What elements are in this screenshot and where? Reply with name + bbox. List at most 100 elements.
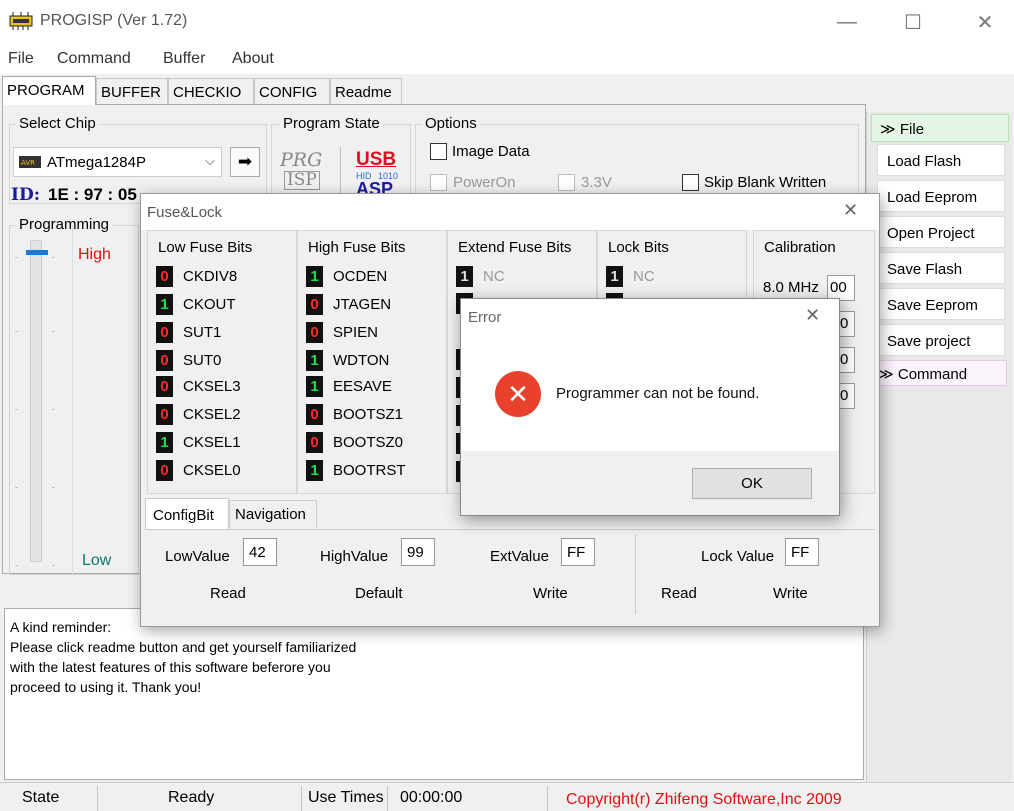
save-project-button[interactable]: Save project (877, 324, 1005, 356)
low-fuse-bit-row[interactable]: 0 CKSEL0 (156, 459, 241, 481)
progress-slider-handle[interactable] (26, 250, 48, 255)
ok-button[interactable]: OK (692, 468, 812, 499)
log-line: Please click readme button and get yours… (10, 639, 357, 655)
low-fuse-bit-row[interactable]: 0 SUT0 (156, 349, 221, 371)
read-lock-button[interactable]: Read (661, 585, 697, 602)
high-fuse-bit-row[interactable]: 0 BOOTSZ0 (306, 431, 403, 453)
programming-label: Programming (16, 216, 113, 233)
save-flash-button[interactable]: Save Flash (877, 252, 1005, 284)
default-fuse-button[interactable]: Default (355, 585, 403, 602)
configbit-panel: LowValue 42 HighValue 99 ExtValue FF Loc… (145, 529, 875, 621)
fuse-bit-value: 0 (306, 403, 323, 425)
fuse-bit-name: SUT1 (183, 323, 222, 341)
go-arrow-button[interactable]: ➡ (230, 147, 260, 177)
save-eeprom-button[interactable]: Save Eeprom (877, 288, 1005, 320)
close-button[interactable]: ✕ (962, 0, 1008, 44)
v33-checkbox[interactable]: 3.3V (558, 174, 612, 191)
high-value-input[interactable]: 99 (401, 538, 435, 566)
maximize-button[interactable]: ☐ (890, 0, 936, 44)
power-on-checkbox[interactable]: PowerOn (430, 174, 516, 191)
fuse-bit-row[interactable]: 1 NC (456, 265, 505, 287)
high-fuse-bit-row[interactable]: 1 EESAVE (306, 375, 392, 397)
fuse-bit-name: BOOTRST (333, 461, 406, 479)
chip-icon: AVR (19, 156, 41, 168)
options-group: Options Image Data PowerOn 3.3V Skip Bla… (415, 115, 859, 204)
load-eeprom-button[interactable]: Load Eeprom (877, 180, 1005, 212)
tab-config[interactable]: CONFIG (254, 78, 330, 104)
tab-buffer[interactable]: BUFFER (96, 78, 168, 104)
chip-id-value: 1E : 97 : 05 (48, 185, 137, 204)
high-fuse-bit-row[interactable]: 0 JTAGEN (306, 293, 391, 315)
fuse-dialog-titlebar: Fuse&Lock ✕ (141, 194, 879, 230)
isp-indicator: ISP (284, 171, 320, 190)
write-fuse-button[interactable]: Write (533, 585, 568, 602)
menu-buffer[interactable]: Buffer (163, 50, 205, 68)
low-fuse-bit-row[interactable]: 1 CKOUT (156, 293, 236, 315)
error-dialog-title: Error (468, 309, 502, 326)
tab-program[interactable]: PROGRAM (2, 76, 96, 105)
log-textbox[interactable]: A kind reminder: Please click readme but… (4, 608, 864, 780)
fuse-bit-value: 1 (156, 293, 173, 315)
load-flash-button[interactable]: Load Flash (877, 144, 1005, 176)
low-fuse-bit-row[interactable]: 0 CKSEL3 (156, 375, 241, 397)
menu-about[interactable]: About (232, 50, 274, 68)
fuse-bit-name: SPIEN (333, 323, 379, 341)
tab-configbit[interactable]: ConfigBit (145, 498, 229, 530)
minimize-button[interactable]: — (824, 0, 870, 44)
fuse-bit-name: JTAGEN (333, 295, 392, 313)
lock-value-input[interactable]: FF (785, 538, 819, 566)
high-fuse-bit-row[interactable]: 1 OCDEN (306, 265, 387, 287)
high-fuse-bit-row[interactable]: 1 BOOTRST (306, 459, 406, 481)
fuse-bit-value: 1 (306, 375, 323, 397)
calibration-frequency: 8.0 MHz (763, 279, 819, 296)
skip-blank-checkbox[interactable]: Skip Blank Written (682, 174, 826, 191)
chip-id-label: ID: (11, 185, 40, 205)
read-fuse-button[interactable]: Read (210, 585, 246, 602)
file-section-header[interactable]: ≫ File (871, 114, 1009, 142)
low-fuse-bit-row[interactable]: 1 CKSEL1 (156, 431, 241, 453)
programming-group: Programming -- -- -- -- -- High Low (9, 216, 139, 575)
progress-track (30, 240, 42, 562)
low-fuse-bit-row[interactable]: 0 CKSEL2 (156, 403, 241, 425)
low-fuse-bit-row[interactable]: 0 CKDIV8 (156, 265, 237, 287)
ext-value-input[interactable]: FF (561, 538, 595, 566)
tab-navigation[interactable]: Navigation (229, 500, 317, 528)
fuse-bit-value: 1 (306, 349, 323, 371)
fuse-bit-name: CKSEL2 (183, 405, 241, 423)
command-section-header[interactable]: ≫ Command (873, 360, 1007, 386)
log-line: proceed to using it. Thank you! (10, 679, 202, 695)
checkbox-box (430, 143, 447, 160)
high-fuse-bit-row[interactable]: 0 BOOTSZ1 (306, 403, 403, 425)
tab-readme[interactable]: Readme (330, 78, 402, 104)
usb-indicator: USB (356, 149, 397, 170)
menu-command[interactable]: Command (57, 50, 131, 68)
app-logo-icon (9, 12, 33, 30)
error-icon: ✕ (495, 371, 541, 417)
lock-bit-value: 1 (606, 265, 623, 287)
open-project-button[interactable]: Open Project (877, 216, 1005, 248)
menu-file[interactable]: File (8, 50, 34, 68)
image-data-checkbox[interactable]: Image Data (430, 143, 530, 160)
fuse-dialog-close-button[interactable]: ✕ (843, 200, 858, 221)
options-label: Options (422, 115, 480, 132)
fuse-bit-value: 0 (156, 459, 173, 481)
high-fuse-bit-row[interactable]: 0 SPIEN (306, 321, 378, 343)
low-value-input[interactable]: 42 (243, 538, 277, 566)
fuse-bit-name: BOOTSZ0 (333, 433, 404, 451)
fuse-bit-name: CKOUT (183, 295, 236, 313)
error-dialog-close-button[interactable]: ✕ (805, 305, 820, 326)
progisp-window: PROGISP (Ver 1.72) — ☐ ✕ File Command Bu… (0, 0, 1014, 811)
fuse-bit-name: WDTON (333, 351, 390, 369)
fuse-bit-name: CKSEL1 (183, 433, 241, 451)
tab-checkio[interactable]: CHECKIO (168, 78, 254, 104)
extend-fuse-header: Extend Fuse Bits (458, 239, 572, 256)
lock-bit-row[interactable]: 1 NC (606, 265, 655, 287)
error-message: Programmer can not be found. (556, 385, 760, 402)
prg-indicator: PRG (280, 149, 323, 171)
use-times-value: 00:00:00 (388, 786, 548, 811)
low-fuse-bit-row[interactable]: 0 SUT1 (156, 321, 221, 343)
write-lock-button[interactable]: Write (773, 585, 808, 602)
fuse-bit-value: 1 (456, 265, 473, 287)
chip-select[interactable]: AVR ATmega1284P ⌵ (13, 147, 222, 177)
high-fuse-bit-row[interactable]: 1 WDTON (306, 349, 389, 371)
